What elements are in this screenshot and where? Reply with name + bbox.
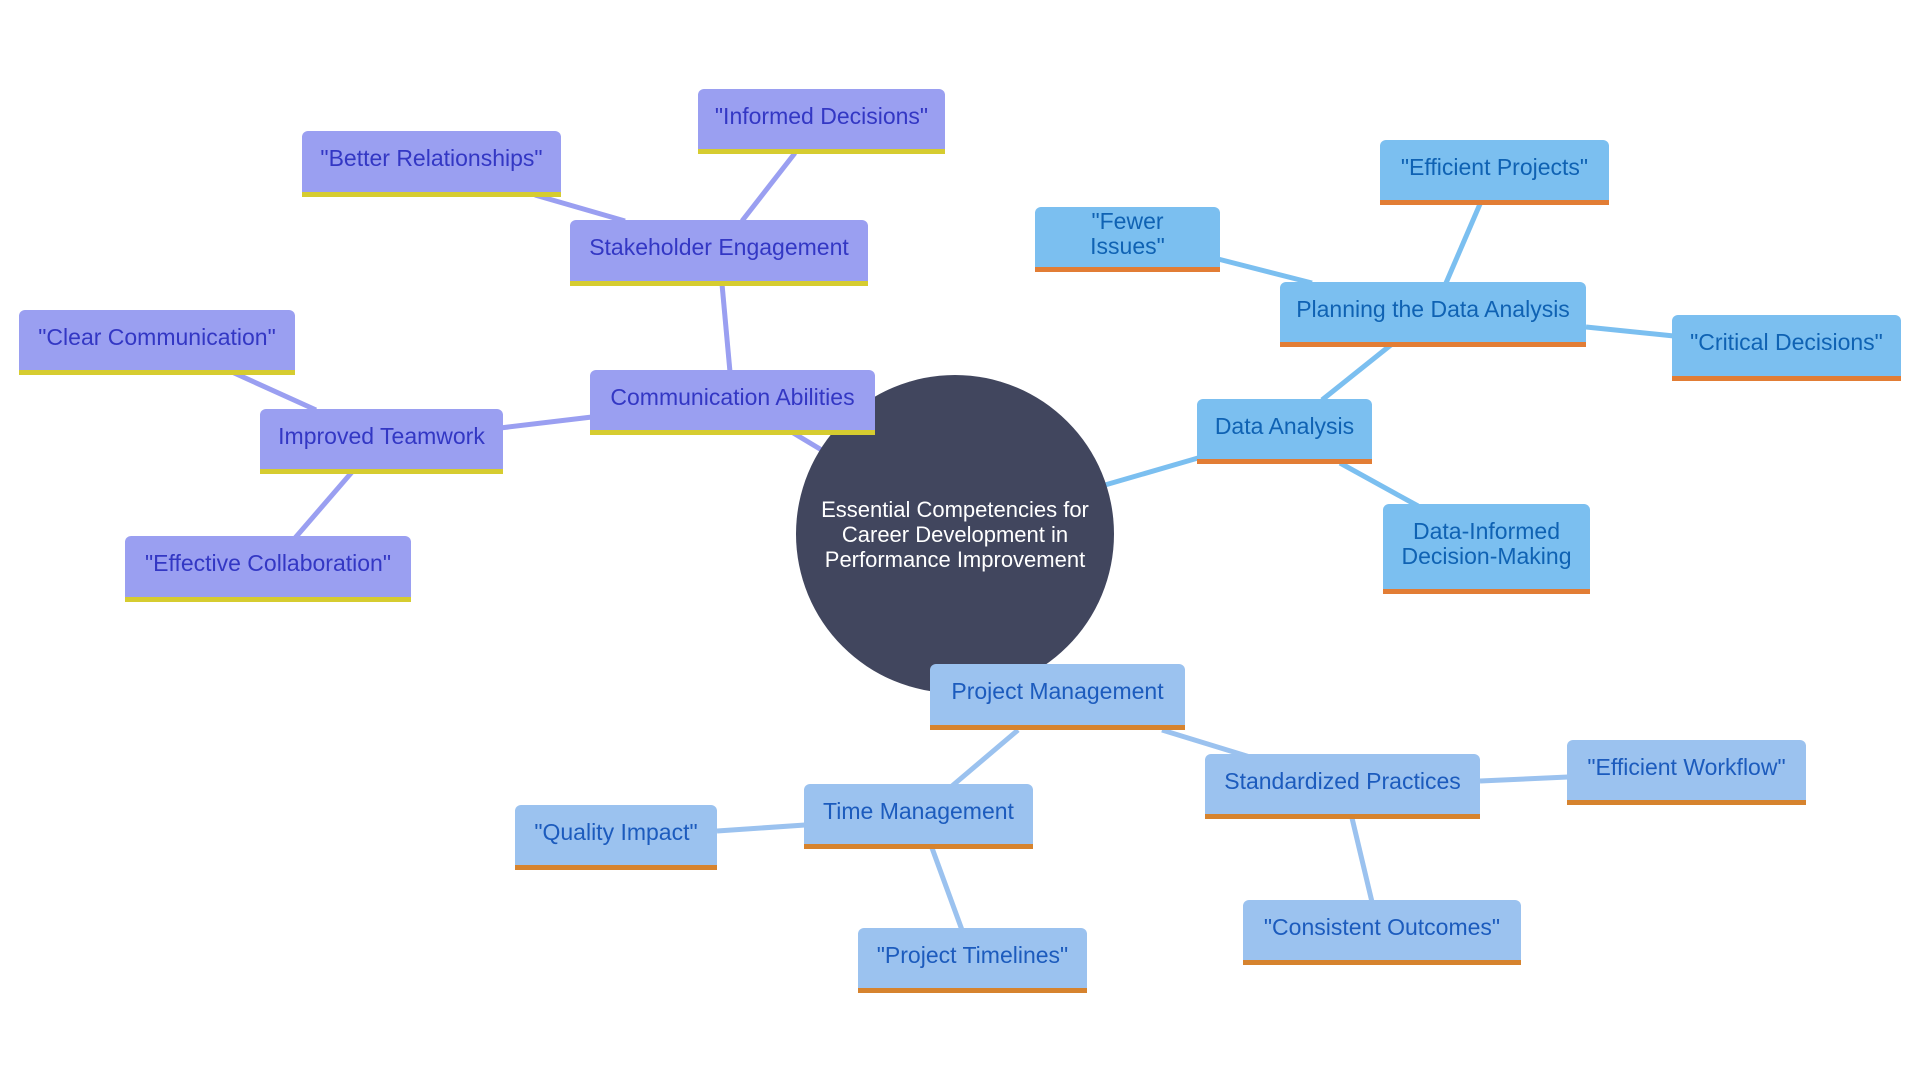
- node-informed-decisions[interactable]: "Informed Decisions": [698, 89, 945, 154]
- node-project-timelines[interactable]: "Project Timelines": [858, 928, 1087, 993]
- edge-teamwork-clear-communication: [230, 369, 318, 413]
- root-label: Essential Competencies for Career Develo…: [821, 496, 1089, 572]
- node-communication-abilities[interactable]: Communication Abilities: [590, 370, 875, 435]
- node-quality-impact[interactable]: "Quality Impact": [515, 805, 717, 870]
- node-better-relationships[interactable]: "Better Relationships": [302, 131, 561, 197]
- edge-communication-stakeholder: [719, 283, 733, 373]
- edge-standardized-consistent-outcomes: [1349, 817, 1375, 903]
- edge-planning-efficient-projects: [1443, 203, 1483, 284]
- edge-teamwork-effective-collaboration: [293, 470, 354, 540]
- edge-communication-teamwork: [499, 414, 593, 431]
- edge-time-quality-impact: [716, 822, 806, 834]
- node-time-management[interactable]: Time Management: [804, 784, 1033, 849]
- edge-pm-standardized: [1161, 727, 1251, 760]
- edge-time-project-timelines: [929, 847, 965, 931]
- edge-data-analysis-planning: [1320, 342, 1394, 402]
- node-planning-data-analysis[interactable]: Planning the Data Analysis: [1280, 282, 1586, 347]
- node-efficient-workflow[interactable]: "Efficient Workflow": [1567, 740, 1806, 805]
- node-standardized-practices[interactable]: Standardized Practices: [1205, 754, 1480, 819]
- node-fewer-issues[interactable]: "Fewer Issues": [1035, 207, 1220, 272]
- edge-stakeholder-better-relationships: [534, 192, 626, 224]
- edge-stakeholder-informed-decisions: [740, 151, 797, 223]
- node-clear-communication[interactable]: "Clear Communication": [19, 310, 295, 375]
- node-project-management[interactable]: Project Management: [930, 664, 1185, 730]
- edge-standardized-efficient-workflow: [1479, 774, 1569, 784]
- node-critical-decisions[interactable]: "Critical Decisions": [1672, 315, 1901, 381]
- node-data-informed-label: Data-Informed Decision-Making: [1401, 517, 1572, 569]
- node-improved-teamwork[interactable]: Improved Teamwork: [260, 409, 503, 474]
- node-effective-collaboration[interactable]: "Effective Collaboration": [125, 536, 411, 602]
- node-data-analysis[interactable]: Data Analysis: [1197, 399, 1372, 464]
- edge-root-data-analysis: [1104, 455, 1199, 488]
- edge-planning-critical-decisions: [1585, 324, 1675, 339]
- edge-data-analysis-data-informed: [1338, 460, 1420, 509]
- node-data-informed-decision-making[interactable]: Data-Informed Decision-Making: [1383, 504, 1590, 594]
- node-consistent-outcomes[interactable]: "Consistent Outcomes": [1243, 900, 1521, 965]
- node-stakeholder-engagement[interactable]: Stakeholder Engagement: [570, 220, 868, 286]
- edge-pm-time-management: [950, 728, 1020, 788]
- edge-planning-fewer-issues: [1217, 256, 1313, 286]
- node-efficient-projects[interactable]: "Efficient Projects": [1380, 140, 1609, 205]
